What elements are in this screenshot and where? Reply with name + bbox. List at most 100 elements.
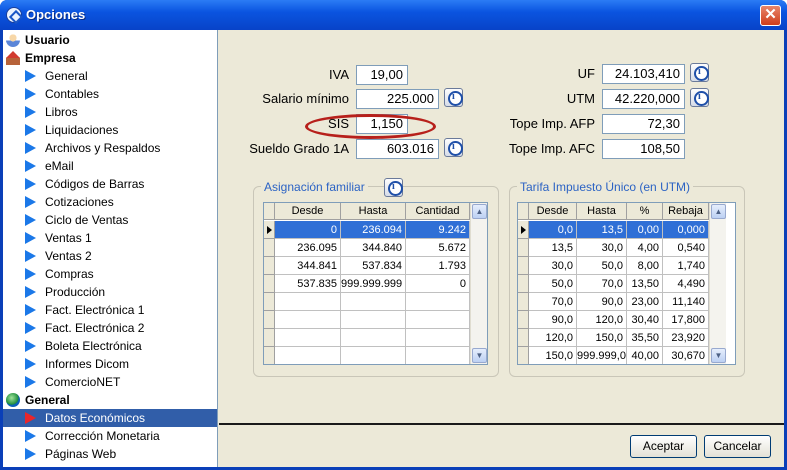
close-button[interactable]: ✕ [760, 5, 781, 26]
table-cell[interactable]: 236.095 [275, 239, 341, 257]
table-row[interactable]: 150,0 999.999,0 40,00 30,670 [518, 347, 709, 364]
table-cell[interactable]: 30,40 [627, 311, 663, 329]
table-row[interactable]: 236.095 344.840 5.672 [264, 239, 470, 257]
table-row[interactable]: 0 236.094 9.242 [264, 221, 470, 239]
table-row[interactable]: 30,0 50,0 8,00 1,740 [518, 257, 709, 275]
table-cell[interactable]: 4,00 [627, 239, 663, 257]
scroll-down-icon[interactable]: ▼ [472, 348, 487, 363]
table-cell[interactable]: 120,0 [529, 329, 577, 347]
table-cell[interactable]: 30,670 [663, 347, 709, 364]
table-cell[interactable] [406, 329, 470, 347]
table-cell[interactable]: 9.242 [406, 221, 470, 239]
table-row[interactable]: 90,0 120,0 30,40 17,800 [518, 311, 709, 329]
vertical-scrollbar[interactable]: ▲ ▼ [709, 203, 726, 364]
table-cell[interactable] [406, 293, 470, 311]
table-cell[interactable]: 0,540 [663, 239, 709, 257]
table-cell[interactable]: 13,5 [577, 221, 627, 239]
utm-info-icon[interactable] [690, 88, 709, 107]
table-cell[interactable]: 537.834 [341, 257, 406, 275]
table-cell[interactable]: 35,50 [627, 329, 663, 347]
tree-item[interactable]: Corrección Monetaria [3, 427, 217, 445]
table-cell[interactable]: 17,800 [663, 311, 709, 329]
tree-item[interactable]: Cotizaciones [3, 193, 217, 211]
table-cell[interactable] [341, 311, 406, 329]
tree-item[interactable]: Libros [3, 103, 217, 121]
table-row[interactable]: 50,0 70,0 13,50 4,490 [518, 275, 709, 293]
options-tree[interactable]: Usuario Empresa General Contables Libros Liqu… [3, 30, 218, 467]
tree-group[interactable]: Empresa [3, 49, 217, 67]
table-cell[interactable]: 0 [275, 221, 341, 239]
tree-item[interactable]: Ventas 2 [3, 247, 217, 265]
table-cell[interactable]: 0,00 [627, 221, 663, 239]
table-cell[interactable] [275, 293, 341, 311]
tree-item[interactable]: eMail [3, 157, 217, 175]
table-cell[interactable] [406, 347, 470, 364]
table-row[interactable]: 70,0 90,0 23,00 11,140 [518, 293, 709, 311]
tarifa-table[interactable]: Desde Hasta% Rebaja 0,0 13,5 0,00 0,000 13,5 30,… [517, 202, 736, 365]
tree-group[interactable]: General [3, 391, 217, 409]
table-cell[interactable]: 999.999.999 [341, 275, 406, 293]
column-header[interactable]: Cantidad [406, 203, 470, 220]
table-cell[interactable]: 50,0 [577, 257, 627, 275]
table-cell[interactable]: 40,00 [627, 347, 663, 364]
table-cell[interactable] [275, 329, 341, 347]
tree-item[interactable]: Compras [3, 265, 217, 283]
scroll-up-icon[interactable]: ▲ [711, 204, 726, 219]
table-row[interactable]: 0,0 13,5 0,00 0,000 [518, 221, 709, 239]
table-row[interactable] [264, 347, 470, 364]
sueldo-field[interactable]: 603.016 [356, 139, 439, 159]
column-header[interactable]: Hasta [341, 203, 406, 220]
asignacion-info-icon[interactable] [384, 178, 403, 197]
table-cell[interactable]: 1.793 [406, 257, 470, 275]
column-header[interactable]: % [627, 203, 663, 220]
table-cell[interactable]: 537.835 [275, 275, 341, 293]
scroll-up-icon[interactable]: ▲ [472, 204, 487, 219]
scroll-down-icon[interactable]: ▼ [711, 348, 726, 363]
table-cell[interactable]: 90,0 [577, 293, 627, 311]
tree-item[interactable]: Archivos y Respaldos [3, 139, 217, 157]
tree-item[interactable]: Páginas Web [3, 445, 217, 463]
column-header[interactable]: Rebaja [663, 203, 709, 220]
table-cell[interactable]: 5.672 [406, 239, 470, 257]
table-row[interactable] [264, 329, 470, 347]
sueldo-info-icon[interactable] [444, 138, 463, 157]
table-cell[interactable]: 999.999,0 [577, 347, 627, 364]
table-cell[interactable] [341, 329, 406, 347]
tree-item[interactable]: Datos Económicos [3, 409, 217, 427]
salario-field[interactable]: 225.000 [356, 89, 439, 109]
tree-group[interactable]: Usuario [3, 31, 217, 49]
table-cell[interactable]: 30,0 [577, 239, 627, 257]
tree-item[interactable]: General [3, 67, 217, 85]
uf-info-icon[interactable] [690, 63, 709, 82]
table-cell[interactable] [275, 347, 341, 364]
table-cell[interactable]: 150,0 [577, 329, 627, 347]
iva-field[interactable]: 19,00 [356, 65, 408, 85]
table-cell[interactable]: 13,50 [627, 275, 663, 293]
table-cell[interactable]: 0,000 [663, 221, 709, 239]
table-cell[interactable]: 0,0 [529, 221, 577, 239]
tree-item[interactable]: Ventas 1 [3, 229, 217, 247]
table-cell[interactable]: 70,0 [529, 293, 577, 311]
afc-field[interactable]: 108,50 [602, 139, 685, 159]
table-row[interactable]: 344.841 537.834 1.793 [264, 257, 470, 275]
table-cell[interactable] [341, 293, 406, 311]
table-cell[interactable]: 8,00 [627, 257, 663, 275]
vertical-scrollbar[interactable]: ▲ ▼ [470, 203, 487, 364]
table-cell[interactable]: 120,0 [577, 311, 627, 329]
table-cell[interactable] [406, 311, 470, 329]
table-cell[interactable] [341, 347, 406, 364]
table-cell[interactable]: 30,0 [529, 257, 577, 275]
table-cell[interactable]: 236.094 [341, 221, 406, 239]
table-cell[interactable]: 344.840 [341, 239, 406, 257]
table-cell[interactable]: 0 [406, 275, 470, 293]
table-row[interactable]: 537.835 999.999.999 0 [264, 275, 470, 293]
afp-field[interactable]: 72,30 [602, 114, 685, 134]
table-row[interactable] [264, 293, 470, 311]
uf-field[interactable]: 24.103,410 [602, 64, 685, 84]
tree-item[interactable]: Producción [3, 283, 217, 301]
table-cell[interactable]: 70,0 [577, 275, 627, 293]
asignacion-table[interactable]: Desde Hasta Cantidad 0 236.094 9.242 236.095 34… [263, 202, 488, 365]
tree-item[interactable]: Informes Dicom [3, 355, 217, 373]
table-cell[interactable]: 4,490 [663, 275, 709, 293]
column-header[interactable]: Desde [529, 203, 577, 220]
